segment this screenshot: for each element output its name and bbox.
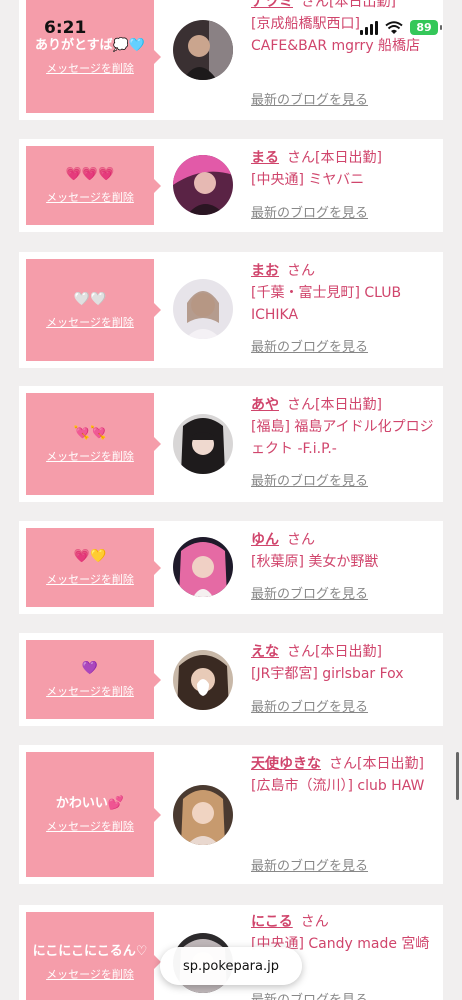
message-text: ありがとすば💭🩵: [35, 38, 145, 53]
working-today-badge: [本日出勤]: [315, 644, 382, 660]
address-bar[interactable]: sp.pokepara.jp: [160, 947, 302, 985]
avatar-photo: [173, 279, 233, 339]
message-bubble: 💗💛 メッセージを削除: [26, 528, 161, 607]
blog-link[interactable]: 最新のブログを見る: [251, 472, 368, 492]
blog-link[interactable]: 最新のブログを見る: [251, 338, 368, 358]
avatar[interactable]: [173, 155, 233, 215]
avatar-photo: [173, 20, 233, 80]
message-text: にこにこにこるん♡: [32, 943, 148, 959]
message-text: 🤍🤍: [73, 291, 107, 307]
honorific: さん: [287, 263, 315, 279]
cast-name-link[interactable]: えな: [251, 644, 279, 660]
shop-link[interactable]: [JR宇都宮] girlsbar Fox: [251, 663, 439, 685]
cast-name-link[interactable]: ゆん: [251, 532, 279, 548]
delete-message-link[interactable]: メッセージを削除: [46, 448, 134, 464]
working-today-badge: [本日出勤]: [329, 0, 396, 10]
message-text: 💗💛: [73, 549, 107, 564]
message-bubble: 💜 メッセージを削除: [26, 640, 161, 719]
blog-link[interactable]: 最新のブログを見る: [251, 585, 368, 605]
avatar-photo: [173, 155, 233, 215]
message-bubble: 💗💗💗 メッセージを削除: [26, 146, 161, 225]
scrollbar-thumb[interactable]: [456, 752, 459, 800]
cast-name-link[interactable]: まお: [251, 263, 279, 279]
delete-message-link[interactable]: メッセージを削除: [46, 818, 134, 834]
shop-link[interactable]: [千葉・富士見町] CLUB ICHIKA: [251, 282, 439, 326]
blog-link[interactable]: 最新のブログを見る: [251, 204, 368, 224]
message-bubble: にこにこにこるん♡ メッセージを削除: [26, 912, 161, 1000]
message-bubble: ありがとすば💭🩵 メッセージを削除: [26, 0, 161, 113]
working-today-badge: [本日出勤]: [315, 150, 382, 166]
shop-link[interactable]: [中央通] ミヤバニ: [251, 169, 439, 191]
message-bubble: かわいい💕 メッセージを削除: [26, 752, 161, 877]
honorific: さん: [329, 756, 357, 772]
shop-link[interactable]: [秋葉原] 美女か野獣: [251, 551, 439, 573]
avatar-photo: [173, 414, 233, 474]
list-item: ありがとすば💭🩵 メッセージを削除 ナツミ さん[本日出勤] [京成船橋駅西口] …: [19, 0, 443, 120]
delete-message-link[interactable]: メッセージを削除: [46, 314, 134, 330]
blog-link[interactable]: 最新のブログを見る: [251, 698, 368, 718]
delete-message-link[interactable]: メッセージを削除: [46, 189, 134, 205]
message-bubble: 💘💘 メッセージを削除: [26, 393, 161, 495]
message-bubble: 🤍🤍 メッセージを削除: [26, 259, 161, 361]
message-text: 💘💘: [73, 425, 107, 441]
list-item: 💜 メッセージを削除 えな さん[本日出勤] [JR宇都宮] girlsbar F…: [19, 633, 443, 726]
honorific: さん: [287, 644, 315, 660]
cast-name-link[interactable]: あや: [251, 397, 279, 413]
blog-link[interactable]: 最新のブログを見る: [251, 991, 368, 1000]
shop-link[interactable]: [福島] 福島アイドル化プロジェクト -F.i.P.-: [251, 416, 439, 460]
avatar-photo: [173, 537, 233, 597]
working-today-badge: [本日出勤]: [357, 756, 424, 772]
working-today-badge: [本日出勤]: [315, 397, 382, 413]
shop-link[interactable]: [広島市（流川）] club HAW: [251, 775, 439, 797]
list-item: 💘💘 メッセージを削除 あや さん[本日出勤] [福島] 福島アイドル化プロジェク…: [19, 386, 443, 502]
cast-name-link[interactable]: 天使ゆきな: [251, 756, 321, 772]
avatar[interactable]: [173, 650, 233, 710]
honorific: さん: [301, 0, 329, 10]
avatar[interactable]: [173, 537, 233, 597]
honorific: さん: [287, 150, 315, 166]
blog-link[interactable]: 最新のブログを見る: [251, 91, 368, 111]
list-item: 💗💗💗 メッセージを削除 まる さん[本日出勤] [中央通] ミヤバニ 最新のブロ…: [19, 139, 443, 232]
cast-name-link[interactable]: にこる: [251, 914, 293, 930]
blog-link[interactable]: 最新のブログを見る: [251, 857, 368, 877]
avatar[interactable]: [173, 20, 233, 80]
avatar[interactable]: [173, 414, 233, 474]
shop-link[interactable]: [京成船橋駅西口] CAFE&BAR mgrry 船橋店: [251, 13, 439, 57]
message-text: 💜: [81, 661, 99, 676]
delete-message-link[interactable]: メッセージを削除: [46, 60, 134, 76]
avatar[interactable]: [173, 279, 233, 339]
list-item: 🤍🤍 メッセージを削除 まお さん [千葉・富士見町] CLUB ICHIKA 最…: [19, 252, 443, 368]
honorific: さん: [287, 397, 315, 413]
delete-message-link[interactable]: メッセージを削除: [46, 571, 134, 587]
honorific: さん: [300, 914, 329, 930]
avatar-photo: [173, 650, 233, 710]
cast-name-link[interactable]: ナツミ: [251, 0, 293, 10]
message-text: 💗💗💗: [65, 167, 115, 182]
delete-message-link[interactable]: メッセージを削除: [46, 966, 134, 982]
list-item: 💗💛 メッセージを削除 ゆん さん [秋葉原] 美女か野獣 最新のブログを見る: [19, 521, 443, 614]
delete-message-link[interactable]: メッセージを削除: [46, 683, 134, 699]
avatar-photo: [173, 785, 233, 845]
honorific: さん: [287, 532, 315, 548]
message-text: かわいい💕: [55, 796, 125, 811]
list-item: かわいい💕 メッセージを削除 天使ゆきな さん[本日出勤] [広島市（流川）] c…: [19, 745, 443, 884]
cast-name-link[interactable]: まる: [251, 150, 279, 166]
avatar[interactable]: [173, 785, 233, 845]
